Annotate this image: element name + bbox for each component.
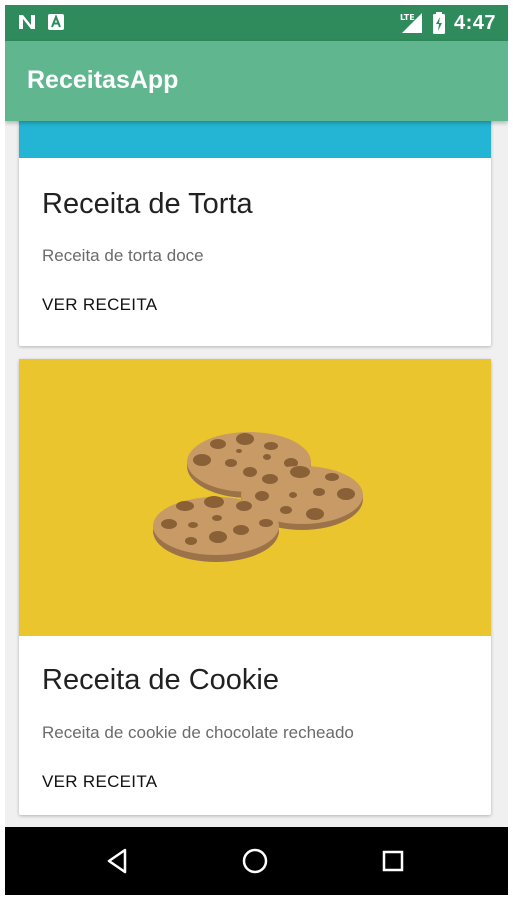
n-notification-icon (19, 15, 35, 29)
recents-button[interactable] (377, 845, 409, 877)
home-icon (242, 848, 268, 874)
status-right-icons: LTE 4:47 (398, 11, 496, 35)
recipe-title: Receita de Torta (42, 188, 253, 220)
a-notification-icon (48, 14, 64, 30)
phone-screen: LTE 4:47 ReceitasApp Receita de Torta Re… (5, 5, 508, 895)
recipe-list[interactable]: Receita de Torta Receita de torta doce V… (5, 121, 508, 827)
view-recipe-button[interactable]: VER RECEITA (42, 772, 157, 792)
status-bar: LTE 4:47 (5, 5, 508, 41)
recipe-description: Receita de torta doce (42, 246, 204, 265)
recipe-image (19, 359, 491, 636)
view-recipe-button[interactable]: VER RECEITA (42, 295, 157, 315)
app-bar: ReceitasApp (5, 41, 508, 121)
back-icon (107, 848, 127, 874)
recipe-card[interactable]: Receita de Torta Receita de torta doce V… (19, 121, 491, 346)
status-left-icons (17, 13, 65, 31)
recipe-image (19, 121, 491, 158)
navigation-bar (5, 827, 508, 895)
recents-icon (382, 850, 404, 872)
battery-charging-icon (432, 12, 445, 34)
cookies-icon (153, 432, 363, 562)
recipe-description: Receita de cookie de chocolate recheado (42, 723, 354, 742)
recipe-card[interactable]: Receita de Cookie Receita de cookie de c… (19, 359, 491, 815)
app-title: ReceitasApp (27, 66, 179, 94)
back-button[interactable] (101, 845, 133, 877)
svg-text:LTE: LTE (400, 13, 415, 22)
lte-signal-icon: LTE (400, 13, 422, 33)
recipe-title: Receita de Cookie (42, 664, 279, 696)
status-time: 4:47 (453, 12, 496, 34)
home-button[interactable] (239, 845, 271, 877)
